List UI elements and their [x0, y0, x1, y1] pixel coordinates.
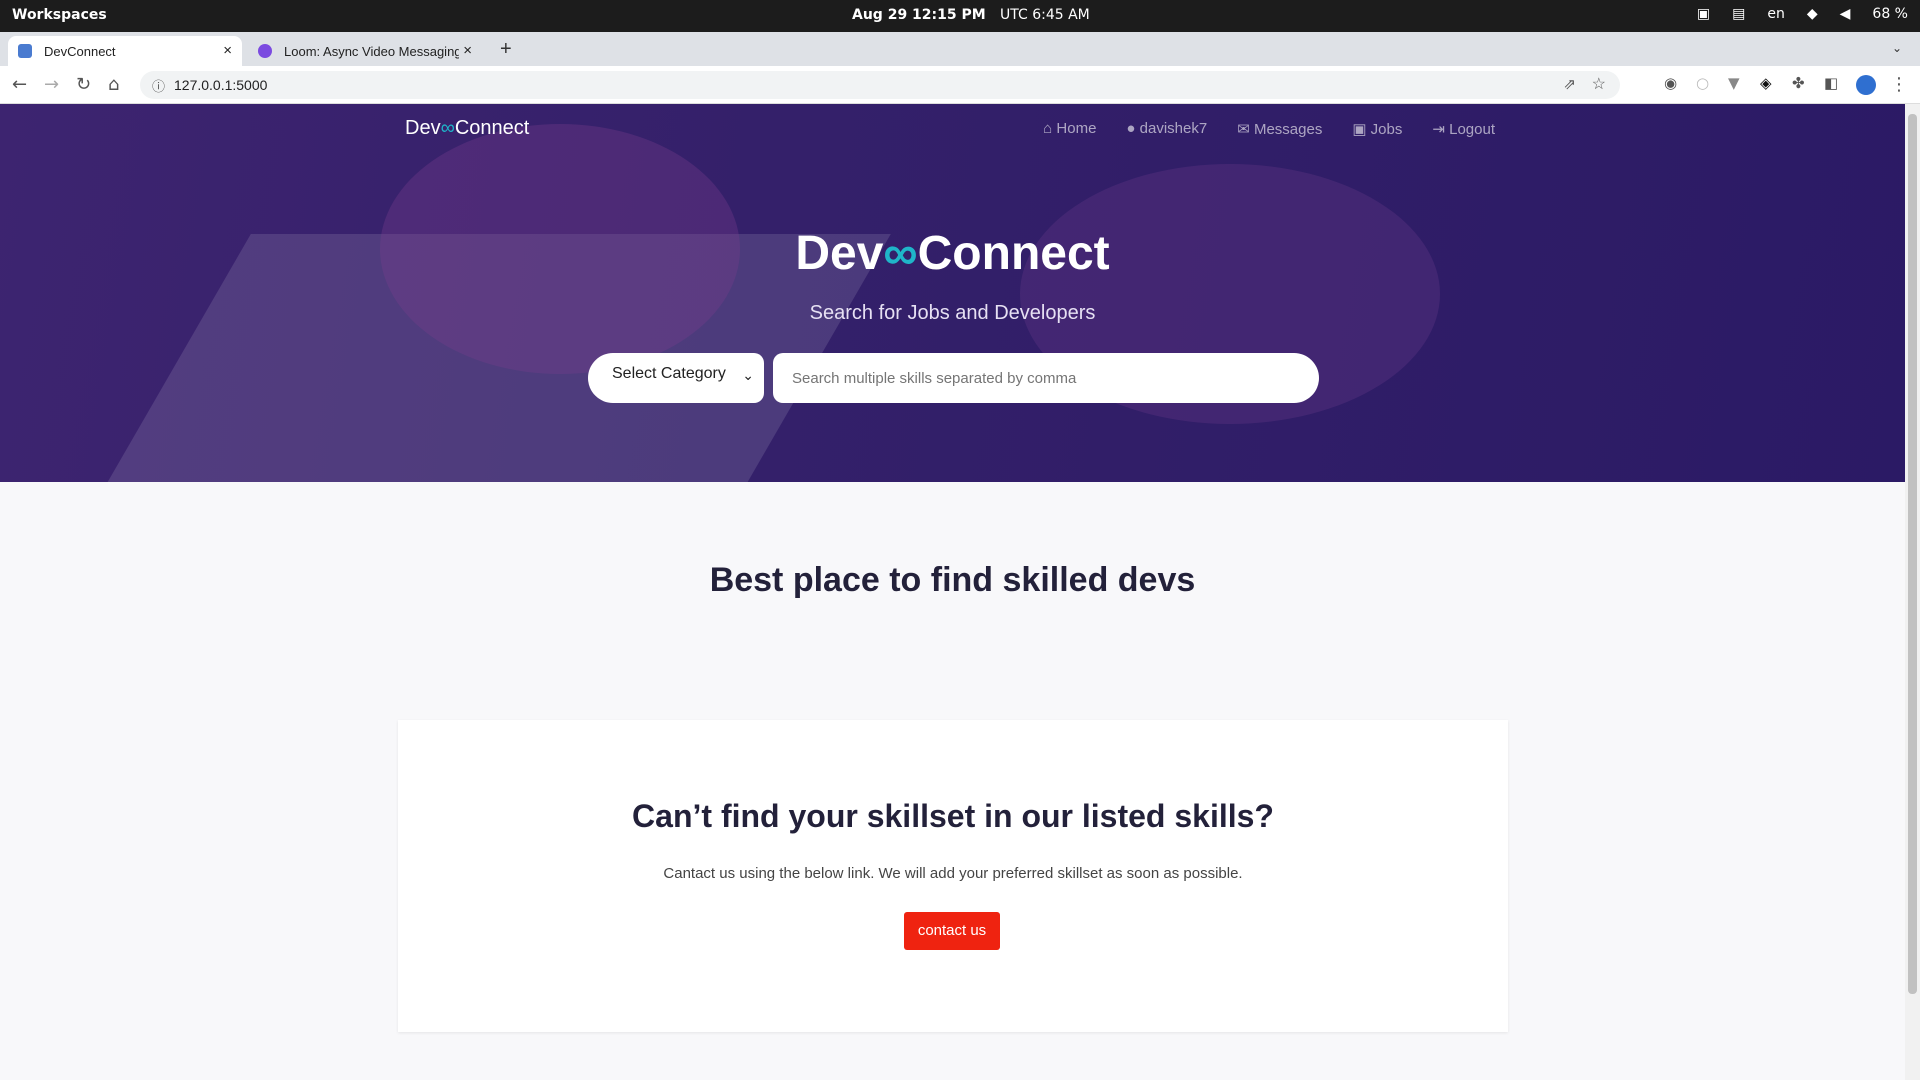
tab-title: DevConnect: [44, 43, 116, 59]
briefcase-icon: ▣: [1352, 121, 1371, 138]
address-bar[interactable]: ⓘ 127.0.0.1:5000 ⇗ ☆: [140, 71, 1620, 99]
nav-jobs-label: Jobs: [1370, 121, 1403, 138]
scrollbar-thumb[interactable]: [1908, 114, 1917, 994]
nav-logout[interactable]: ⇥ Logout: [1432, 120, 1495, 138]
chevron-down-icon: ⌄: [742, 367, 754, 383]
nav-home[interactable]: ⌂ Home: [1043, 120, 1096, 138]
site-info-icon[interactable]: ⓘ: [152, 76, 165, 95]
logout-icon: ⇥: [1432, 121, 1450, 138]
browser-tab-strip: DevConnect × Loom: Async Video Messaging…: [0, 32, 1920, 66]
home-icon: ⌂: [1043, 120, 1057, 137]
tab-devconnect[interactable]: DevConnect ×: [8, 36, 242, 66]
language-indicator[interactable]: en: [1767, 6, 1785, 22]
page-favicon-icon: [18, 44, 32, 58]
close-tab-icon[interactable]: ×: [223, 42, 232, 59]
volume-icon[interactable]: ◀: [1840, 6, 1851, 22]
hero-title: Dev∞Connect: [0, 226, 1905, 281]
nav-logout-label: Logout: [1449, 121, 1495, 138]
tagline-heading: Best place to find skilled devs: [709, 561, 1196, 599]
card-title: Can’t find your skillset in our listed s…: [632, 798, 1274, 834]
share-icon[interactable]: ⇗: [1563, 75, 1576, 93]
category-select[interactable]: Select Category ⌄: [588, 353, 764, 403]
user-icon: ●: [1126, 120, 1140, 137]
clock[interactable]: Aug 29 12:15 PM: [852, 7, 986, 23]
bookmark-star-icon[interactable]: ☆: [1592, 74, 1606, 94]
profile-avatar[interactable]: [1856, 75, 1876, 95]
forward-icon[interactable]: →: [44, 74, 59, 95]
category-select-value: Select Category: [612, 365, 726, 382]
brand-text-right: Connect: [454, 117, 530, 139]
system-tray: ▣ ▤ en ◆ ◀ 68 %: [1697, 6, 1908, 22]
tab-title: Loom: Async Video Messaging: [284, 43, 459, 59]
nav-profile[interactable]: ● davishek7: [1126, 120, 1207, 138]
back-icon[interactable]: ←: [12, 74, 27, 95]
card-text: Cantact us using the below link. We will…: [663, 865, 1243, 882]
contact-card: Can’t find your skillset in our listed s…: [398, 720, 1508, 1032]
angular-extension-icon[interactable]: ◈: [1760, 74, 1772, 92]
contact-us-button[interactable]: contact us: [904, 912, 1000, 950]
link-chain-icon: ∞: [883, 227, 918, 280]
page-scrollbar[interactable]: [1905, 104, 1920, 1080]
utc-clock: UTC 6:45 AM: [1000, 7, 1090, 23]
workspaces-label[interactable]: Workspaces: [12, 7, 107, 23]
close-tab-icon[interactable]: ×: [463, 42, 472, 59]
nav-messages[interactable]: ✉ Messages: [1237, 120, 1322, 138]
battery-indicator[interactable]: 68 %: [1872, 6, 1908, 22]
wifi-icon[interactable]: ◆: [1807, 6, 1818, 22]
brand-logo[interactable]: Dev∞Connect: [405, 117, 529, 140]
brand-text-left: Dev: [405, 117, 441, 139]
hero-title-left: Dev: [795, 227, 884, 280]
extension-icon[interactable]: ◉: [1664, 74, 1677, 92]
browser-toolbar: ← → ↻ ⌂ ⓘ 127.0.0.1:5000 ⇗ ☆ ◉ ○ ▼ ◈ ✤ ◧…: [0, 66, 1920, 104]
tab-search-chevron-icon[interactable]: ⌄: [1892, 41, 1902, 55]
home-icon[interactable]: ⌂: [108, 74, 119, 95]
loom-favicon-icon: [258, 44, 272, 58]
web-page: Dev∞Connect ⌂ Home ● davishek7 ✉ Message…: [0, 104, 1905, 1080]
tab-loom[interactable]: Loom: Async Video Messaging ×: [248, 36, 482, 66]
browser-menu-icon[interactable]: ⋮: [1890, 74, 1908, 95]
os-top-bar: Workspaces Aug 29 12:15 PM UTC 6:45 AM ▣…: [0, 0, 1920, 32]
hero-title-right: Connect: [917, 227, 1110, 280]
extension-icon[interactable]: ○: [1696, 74, 1709, 92]
side-panel-icon[interactable]: ◧: [1824, 74, 1838, 92]
extension-icon[interactable]: ▼: [1728, 74, 1740, 92]
clipboard-icon[interactable]: ▤: [1732, 6, 1745, 22]
link-chain-icon: ∞: [440, 117, 455, 139]
skills-search-input[interactable]: [773, 353, 1319, 403]
hero-subtitle: Search for Jobs and Developers: [809, 302, 1096, 324]
screen-icon[interactable]: ▣: [1697, 6, 1710, 22]
extensions-puzzle-icon[interactable]: ✤: [1792, 74, 1805, 92]
nav-home-label: Home: [1056, 120, 1097, 137]
hero-section: Dev∞Connect ⌂ Home ● davishek7 ✉ Message…: [0, 104, 1905, 482]
envelope-icon: ✉: [1237, 121, 1254, 138]
navbar: Dev∞Connect ⌂ Home ● davishek7 ✉ Message…: [405, 114, 1495, 144]
nav-messages-label: Messages: [1253, 121, 1323, 138]
new-tab-icon[interactable]: +: [500, 38, 512, 61]
nav-jobs[interactable]: ▣ Jobs: [1352, 120, 1402, 138]
address-url[interactable]: 127.0.0.1:5000: [174, 77, 267, 93]
nav-profile-label: davishek7: [1139, 120, 1208, 137]
reload-icon[interactable]: ↻: [76, 74, 91, 95]
nav-links: ⌂ Home ● davishek7 ✉ Messages ▣ Jobs ⇥ L…: [1043, 120, 1495, 138]
